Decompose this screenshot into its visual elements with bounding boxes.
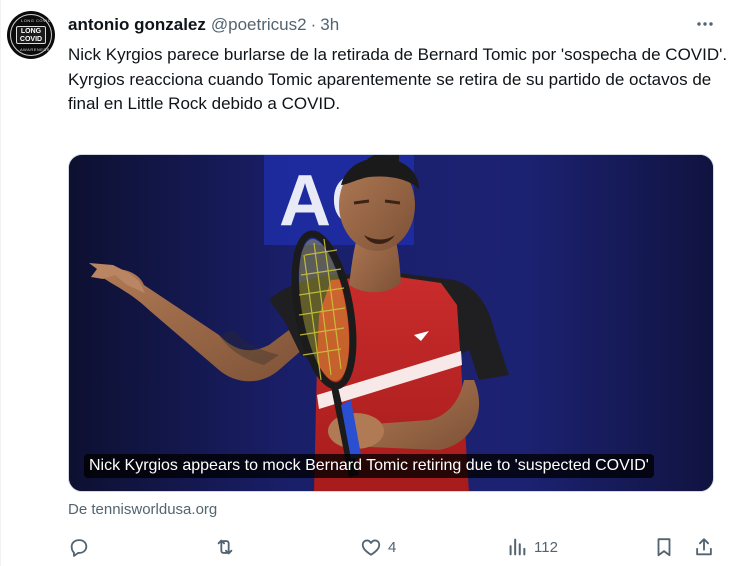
tweet-text-line-1: Nick Kyrgios parece burlarse de la retir…	[68, 45, 728, 64]
display-name[interactable]: antonio gonzalez	[68, 15, 206, 35]
share-icon	[696, 538, 712, 556]
more-icon	[697, 22, 713, 26]
link-source[interactable]: De tennisworldusa.org	[68, 501, 217, 518]
media-caption: Nick Kyrgios appears to mock Bernard Tom…	[84, 454, 654, 478]
like-button[interactable]: 4	[360, 532, 396, 562]
separator-dot: ·	[310, 15, 317, 34]
avatar-badge-text: LONG COVID	[16, 26, 46, 44]
media-card[interactable]: AO Nick Kyrgios appears to mock Bernard …	[68, 154, 714, 492]
retweet-button[interactable]	[214, 532, 242, 562]
action-bar: 4 112	[1, 532, 742, 562]
views-button[interactable]: 112	[506, 532, 558, 562]
reply-icon	[70, 539, 88, 557]
user-handle[interactable]: @poetricus2	[211, 15, 307, 35]
views-count: 112	[534, 538, 558, 556]
timestamp[interactable]: 3h	[320, 15, 339, 35]
more-button[interactable]	[693, 14, 717, 34]
tweet-header: antonio gonzalez @poetricus2 · 3h	[68, 14, 339, 36]
avatar-arc-bottom-text: AWARENESS	[20, 47, 50, 52]
like-count: 4	[388, 538, 397, 556]
bookmark-icon	[657, 538, 671, 557]
tweet-card[interactable]: LONG COVID LONG COVID AWARENESS antonio …	[0, 0, 742, 566]
avatar[interactable]: LONG COVID LONG COVID AWARENESS	[7, 11, 55, 59]
share-button[interactable]	[693, 532, 715, 562]
bookmark-button[interactable]	[653, 532, 675, 562]
views-icon	[509, 538, 526, 556]
retweet-icon	[217, 539, 233, 555]
like-icon	[361, 539, 381, 556]
avatar-arc-top-text: LONG COVID	[21, 18, 52, 23]
tweet-text-line-2: Kyrgios reacciona cuando Tomic aparentem…	[68, 69, 712, 114]
reply-button[interactable]	[68, 532, 96, 562]
tweet-text: Nick Kyrgios parece burlarse de la retir…	[68, 43, 728, 117]
media-image: AO	[69, 155, 713, 491]
